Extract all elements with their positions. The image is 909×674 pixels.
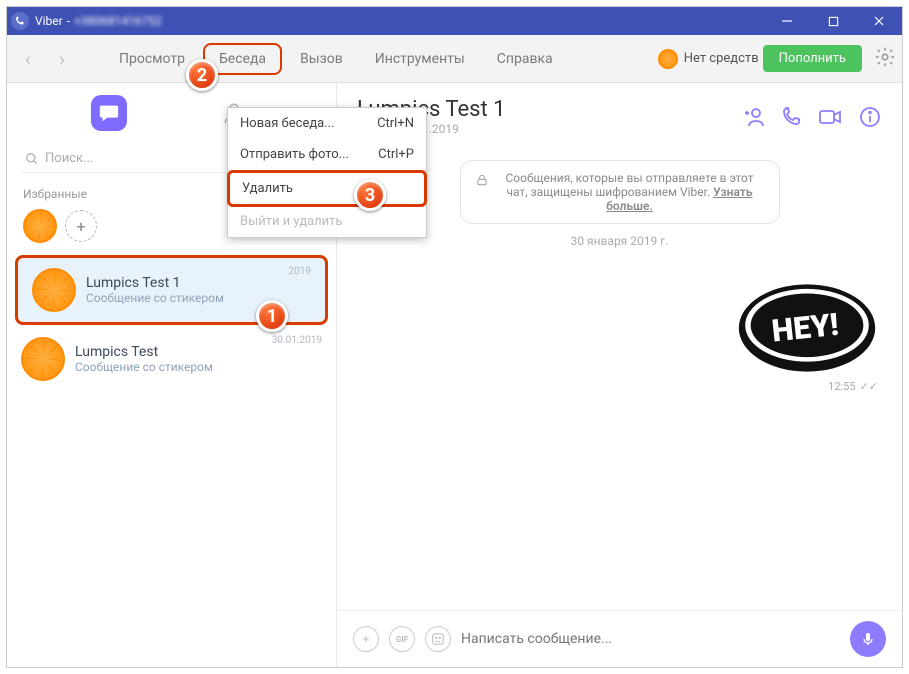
search-placeholder: Поиск... (45, 151, 93, 166)
contact-avatar-icon (32, 268, 76, 312)
menu-view[interactable]: Просмотр (105, 45, 199, 73)
chat-date: 30.01.2019 (272, 335, 322, 346)
menu-help[interactable]: Справка (483, 45, 567, 73)
encryption-notice: Сообщения, которые вы отправляете в этот… (460, 160, 780, 224)
chat-preview: Сообщение со стикером (75, 360, 322, 374)
phone-number: +380681416752 (74, 14, 162, 28)
viber-logo-icon (11, 12, 29, 30)
maximize-button[interactable] (810, 7, 856, 35)
chat-name: Lumpics Test 1 (86, 275, 311, 291)
chat-date: 2019 (289, 266, 311, 277)
nav-back-button[interactable]: ‹ (13, 44, 43, 74)
chat-menu-dropdown: Новая беседа...Ctrl+N Отправить фото...C… (227, 107, 427, 238)
annotation-badge-2: 2 (186, 59, 218, 91)
date-separator: 30 января 2019 г. (357, 234, 882, 248)
attach-button[interactable]: + (353, 626, 379, 652)
minimize-button[interactable] (764, 7, 810, 35)
menu-delete[interactable]: Удалить (227, 170, 427, 207)
message-input-bar: + GIF (337, 610, 902, 667)
menu-call[interactable]: Вызов (286, 45, 357, 73)
menu-tools[interactable]: Инструменты (361, 45, 479, 73)
info-button[interactable] (858, 105, 882, 129)
gif-button[interactable]: GIF (389, 626, 415, 652)
message-time: 12:55 (828, 380, 855, 393)
hey-sticker-icon: HEY! (732, 278, 882, 378)
audio-call-button[interactable] (780, 105, 804, 129)
svg-text:HEY!: HEY! (770, 306, 840, 350)
message-input[interactable] (461, 631, 840, 647)
menu-send-photo[interactable]: Отправить фото...Ctrl+P (228, 139, 426, 170)
menu-new-chat[interactable]: Новая беседа...Ctrl+N (228, 108, 426, 139)
topup-button[interactable]: Пополнить (763, 45, 862, 72)
favorite-contact-avatar[interactable] (23, 209, 57, 243)
titlebar: Viber - +380681416752 (7, 7, 902, 35)
chat-name: Lumpics Test (75, 344, 322, 360)
add-favorite-button[interactable]: + (65, 210, 97, 242)
close-button[interactable] (856, 7, 902, 35)
annotation-badge-1: 1 (256, 300, 288, 332)
add-contact-button[interactable] (742, 105, 766, 129)
menu-exit-delete: Выйти и удалить (228, 206, 426, 237)
read-status-icon: ✓✓ (860, 380, 878, 393)
lock-icon (475, 173, 489, 190)
viber-out-icon (658, 49, 678, 69)
chat-list-item[interactable]: Lumpics Test Сообщение со стикером 30.01… (7, 327, 336, 391)
nav-forward-button[interactable]: › (47, 44, 77, 74)
contact-avatar-icon (21, 337, 65, 381)
credit-status[interactable]: Нет средств (658, 49, 759, 69)
app-name: Viber (35, 14, 63, 28)
annotation-badge-3: 3 (354, 179, 386, 211)
message-sticker: HEY! 12:55 ✓✓ (357, 278, 882, 393)
menu-bar: ‹ › Просмотр Беседа Вызов Инструменты Сп… (7, 35, 902, 83)
credit-label: Нет средств (684, 51, 759, 66)
video-call-button[interactable] (818, 105, 844, 129)
voice-message-button[interactable] (850, 621, 886, 657)
sticker-button[interactable] (425, 626, 451, 652)
tab-chats[interactable] (91, 95, 127, 131)
settings-button[interactable] (874, 46, 896, 72)
